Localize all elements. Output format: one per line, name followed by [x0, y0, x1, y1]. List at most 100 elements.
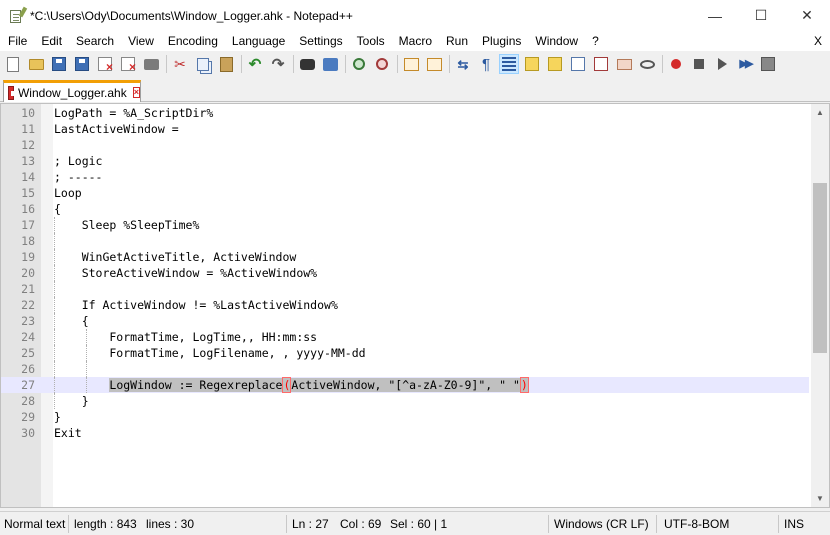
- tab-window-logger[interactable]: Window_Logger.ahk ×: [3, 80, 141, 102]
- code-line[interactable]: 14 ; -----: [1, 169, 809, 185]
- code-text: LastActiveWindow =: [54, 122, 179, 136]
- code-text: Loop: [54, 186, 82, 200]
- indent-guide-icon[interactable]: [499, 54, 519, 74]
- code-line[interactable]: 16 {: [1, 201, 809, 217]
- notepadpp-app-icon[interactable]: [8, 6, 28, 24]
- print-icon[interactable]: [142, 55, 160, 73]
- new-file-icon[interactable]: [4, 55, 22, 73]
- play-macro-icon[interactable]: [713, 55, 731, 73]
- vertical-scrollbar[interactable]: ▲ ▼: [811, 104, 829, 507]
- code-line[interactable]: 20 StoreActiveWindow = %ActiveWindow%: [1, 265, 809, 281]
- toolbar-separator: [449, 55, 450, 73]
- sync-horizontal-icon[interactable]: [425, 55, 443, 73]
- tab-close-icon[interactable]: ×: [132, 87, 140, 98]
- code-line[interactable]: 15 Loop: [1, 185, 809, 201]
- editor-pane[interactable]: 10 LogPath = %A_ScriptDir% 11 LastActiveWin…: [0, 103, 830, 508]
- paste-icon[interactable]: [217, 55, 235, 73]
- replace-icon[interactable]: [321, 55, 339, 73]
- minimize-button[interactable]: —: [692, 0, 738, 31]
- open-file-icon[interactable]: [27, 55, 45, 73]
- cut-icon[interactable]: ✂: [171, 55, 189, 73]
- word-wrap-icon[interactable]: ⇆: [454, 55, 472, 73]
- run-macro-multiple-icon[interactable]: ▶▶: [736, 55, 754, 73]
- record-macro-icon[interactable]: [667, 55, 685, 73]
- code-line[interactable]: 29}: [1, 409, 809, 425]
- code-line[interactable]: 28 }: [1, 393, 809, 409]
- code-line[interactable]: 30 Exit: [1, 425, 809, 441]
- line-number: 29: [21, 410, 35, 424]
- indent-guide: [54, 361, 55, 377]
- code-line[interactable]: 19 WinGetActiveTitle, ActiveWindow: [1, 249, 809, 265]
- save-all-icon[interactable]: [73, 55, 91, 73]
- code-line[interactable]: 21: [1, 281, 809, 297]
- code-line[interactable]: 17 Sleep %SleepTime%: [1, 217, 809, 233]
- line-number: 11: [21, 122, 35, 136]
- stop-macro-icon[interactable]: [690, 55, 708, 73]
- status-lines: lines : 30: [146, 517, 195, 531]
- code-text: ; Logic: [54, 154, 103, 168]
- code-line[interactable]: 24 FormatTime, LogTime,, HH:mm:ss: [1, 329, 809, 345]
- code-line[interactable]: 12: [1, 137, 809, 153]
- code-text: }: [54, 394, 89, 408]
- scrollbar-thumb[interactable]: [813, 183, 827, 353]
- close-window-button[interactable]: ✕: [784, 0, 830, 31]
- doc-map-icon[interactable]: [546, 55, 564, 73]
- menu-encoding[interactable]: Encoding: [161, 31, 225, 51]
- menu-tools[interactable]: Tools: [350, 31, 392, 51]
- undo-icon[interactable]: ↶: [246, 55, 264, 73]
- code-line[interactable]: 13 ; Logic: [1, 153, 809, 169]
- menu-macro[interactable]: Macro: [392, 31, 439, 51]
- code-line[interactable]: 27 LogWindow := Regexreplace(ActiveWindo…: [1, 377, 809, 393]
- menu-window[interactable]: Window: [528, 31, 585, 51]
- indent-guide: [54, 281, 55, 297]
- folder-as-workspace-icon[interactable]: [615, 55, 633, 73]
- code-line[interactable]: 22 If ActiveWindow != %LastActiveWindow%: [1, 297, 809, 313]
- status-bar: Normal text length : 843 lines : 30 Ln :…: [0, 511, 830, 535]
- unsaved-file-icon: [8, 85, 19, 100]
- code-line[interactable]: 26: [1, 361, 809, 377]
- menu-language[interactable]: Language: [225, 31, 292, 51]
- code-line[interactable]: 23 {: [1, 313, 809, 329]
- menu-help[interactable]: ?: [585, 31, 606, 51]
- save-icon[interactable]: [50, 55, 68, 73]
- menu-run[interactable]: Run: [439, 31, 475, 51]
- save-macro-icon[interactable]: [759, 55, 777, 73]
- find-icon[interactable]: [298, 55, 316, 73]
- close-icon[interactable]: [96, 55, 114, 74]
- menu-edit[interactable]: Edit: [34, 31, 69, 51]
- redo-icon[interactable]: ↷: [269, 55, 287, 73]
- code-line[interactable]: 18: [1, 233, 809, 249]
- status-encoding: UTF-8-BOM: [664, 517, 730, 531]
- line-number: 21: [21, 282, 35, 296]
- code-line[interactable]: 11 LastActiveWindow =: [1, 121, 809, 137]
- line-number: 25: [21, 346, 35, 360]
- zoom-in-icon[interactable]: [350, 55, 368, 73]
- tab-bar: Window_Logger.ahk ×: [0, 78, 830, 102]
- status-ln: Ln : 27: [292, 517, 329, 531]
- scroll-down-arrow-icon[interactable]: ▼: [811, 490, 829, 507]
- menu-view[interactable]: View: [121, 31, 161, 51]
- copy-icon[interactable]: [194, 55, 212, 73]
- function-list-icon[interactable]: [592, 55, 610, 73]
- close-all-icon[interactable]: [119, 55, 137, 74]
- line-number: 27: [21, 378, 35, 392]
- close-document-button[interactable]: X: [814, 31, 822, 51]
- show-all-chars-icon[interactable]: ¶: [477, 55, 495, 73]
- maximize-button[interactable]: ☐: [738, 0, 784, 31]
- menu-settings[interactable]: Settings: [292, 31, 349, 51]
- code-segment: ActiveWindow, "[^a-zA-Z0-9]", " ": [291, 378, 520, 392]
- line-number: 14: [21, 170, 35, 184]
- line-number: 28: [21, 394, 35, 408]
- zoom-out-icon[interactable]: [373, 55, 391, 73]
- document-list-icon[interactable]: [569, 55, 587, 73]
- code-line[interactable]: 10 LogPath = %A_ScriptDir%: [1, 105, 809, 121]
- language-note-icon[interactable]: [523, 55, 541, 73]
- monitoring-icon[interactable]: [638, 55, 656, 73]
- sync-vertical-icon[interactable]: [402, 55, 420, 73]
- status-col: Col : 69: [340, 517, 382, 531]
- menu-plugins[interactable]: Plugins: [475, 31, 528, 51]
- scroll-up-arrow-icon[interactable]: ▲: [811, 104, 829, 121]
- code-line[interactable]: 25 FormatTime, LogFilename, , yyyy-MM-dd: [1, 345, 809, 361]
- menu-file[interactable]: File: [0, 31, 34, 51]
- menu-search[interactable]: Search: [69, 31, 121, 51]
